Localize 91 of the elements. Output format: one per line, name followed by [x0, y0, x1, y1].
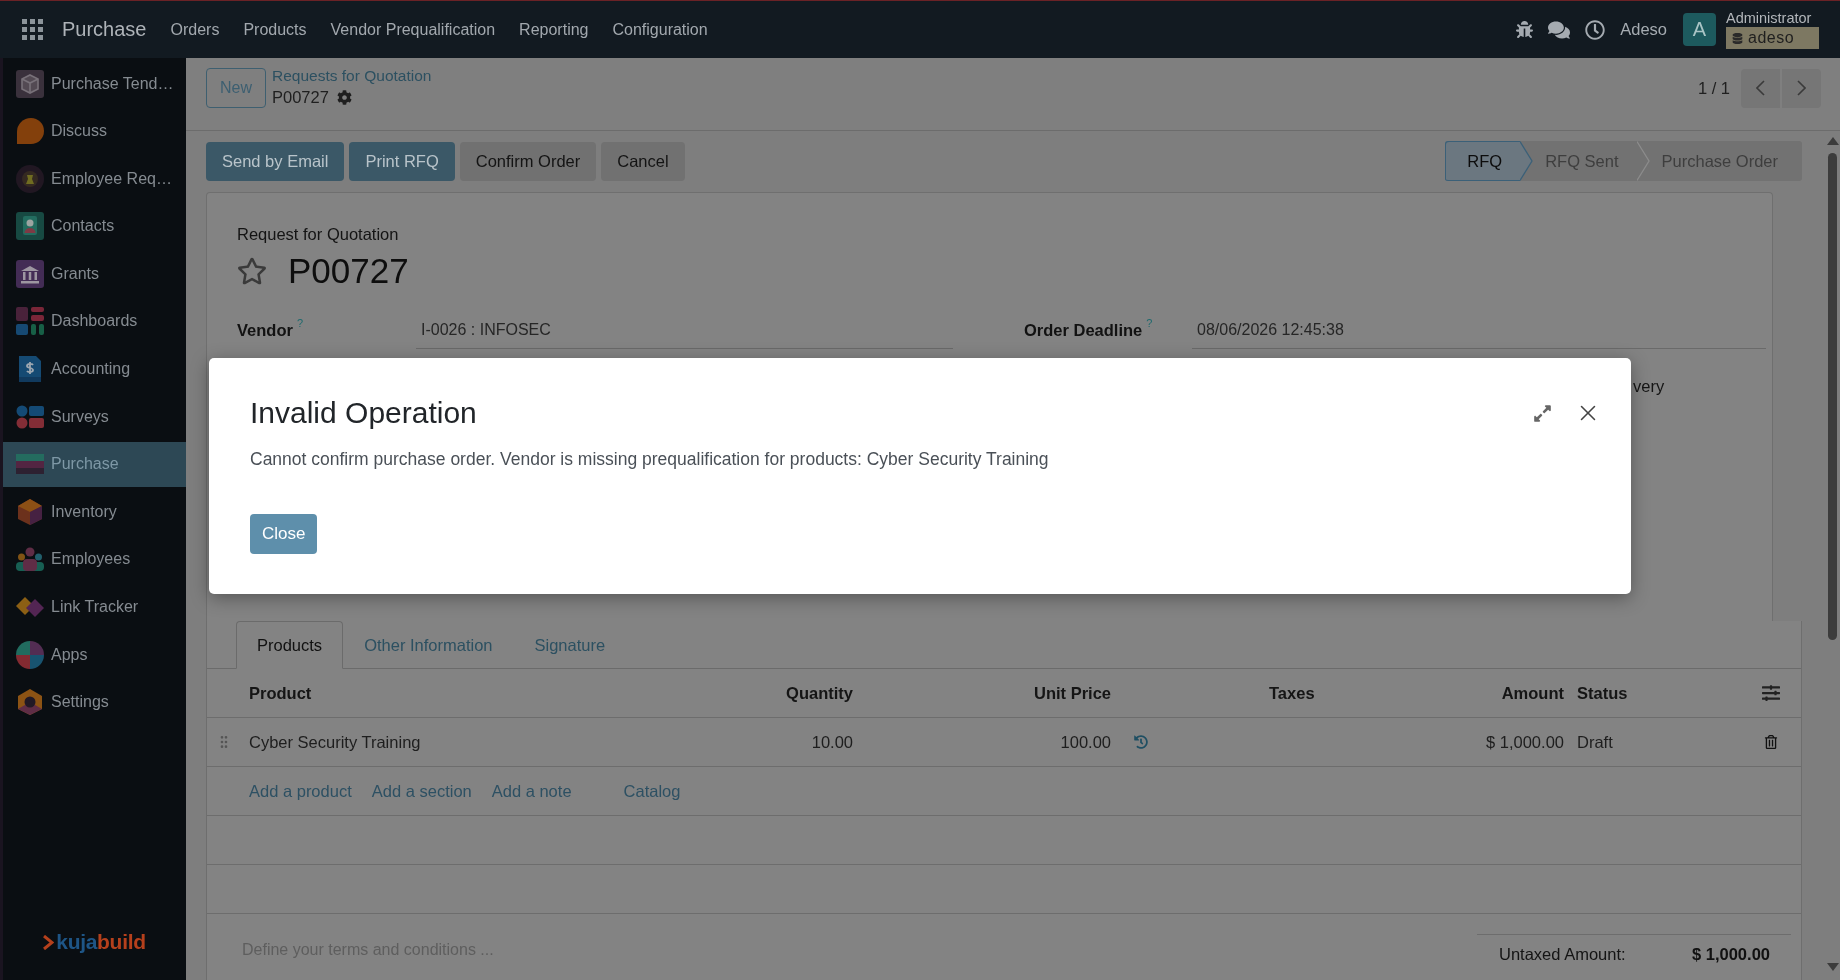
- sidebar-item[interactable]: Employee Req…: [3, 156, 186, 202]
- user-name: Administrator: [1726, 10, 1813, 27]
- column-header: Amount: [1500, 683, 1565, 703]
- column-header: Unit Price: [1032, 683, 1112, 703]
- sliders-icon[interactable]: [1761, 684, 1780, 702]
- dashboard-tiles-icon: [16, 307, 44, 336]
- sidebar-item[interactable]: Purchase Tend…: [3, 61, 186, 106]
- sidebar-item[interactable]: Accounting: [3, 346, 186, 392]
- dialog-title: Invalid Operation: [250, 395, 477, 431]
- column-header: Status: [1576, 683, 1629, 703]
- table-cell-text: 10.00: [810, 732, 854, 752]
- apps-grid-icon[interactable]: [22, 19, 43, 40]
- sidebar-item[interactable]: Apps: [3, 632, 186, 678]
- menu-item[interactable]: Reporting: [507, 20, 601, 39]
- action-button[interactable]: Cancel: [601, 141, 685, 181]
- dialog-message: Cannot confirm purchase order. Vendor is missing prequalification for products: Cyber Security Training: [250, 448, 1050, 470]
- close-button[interactable]: Close: [250, 514, 318, 554]
- tab[interactable]: Products: [236, 621, 344, 669]
- sidebar-item[interactable]: Purchase: [3, 441, 186, 487]
- brand-name: kujabuild: [56, 930, 146, 954]
- table-cell-text: 100.00: [1059, 732, 1112, 752]
- field-label: Vendor: [237, 320, 293, 340]
- hexagon-nut-icon: [16, 688, 44, 717]
- action-button[interactable]: Confirm Order: [459, 141, 597, 181]
- clock-icon[interactable]: [1585, 19, 1606, 40]
- sidebar-item[interactable]: Employees: [3, 536, 186, 582]
- input-field[interactable]: 08/06/2026 12:45:38: [1192, 311, 1766, 349]
- settings-icon[interactable]: [336, 89, 352, 105]
- column-header: Product: [248, 683, 313, 703]
- scrollbar-thumb[interactable]: [1828, 153, 1837, 640]
- sidebar-item[interactable]: Contacts: [3, 203, 186, 249]
- breadcrumb-link[interactable]: Requests for Quotation: [272, 66, 432, 86]
- expand-icon[interactable]: [1533, 403, 1552, 423]
- add-link[interactable]: Catalog: [623, 781, 681, 801]
- field-label: very: [1633, 376, 1665, 396]
- menu-item[interactable]: Products: [231, 20, 319, 39]
- company-name[interactable]: Adeso: [1620, 20, 1667, 39]
- star-icon[interactable]: [237, 256, 267, 286]
- sidebar-item[interactable]: Settings: [3, 679, 186, 725]
- form-subtitle: Request for Quotation: [237, 224, 400, 244]
- hexagon-box-icon: [16, 497, 44, 526]
- table-cell-text: Draft: [1576, 732, 1614, 752]
- chevron-right-icon: [1797, 80, 1806, 96]
- input-field[interactable]: I-0026 : INFOSEC: [416, 311, 953, 349]
- database-icon: [1732, 32, 1743, 44]
- tab[interactable]: Signature: [513, 621, 627, 669]
- total-label: Untaxed Amount:: [1499, 944, 1626, 964]
- sidebar-item[interactable]: Dashboards: [3, 298, 186, 344]
- sidebar-item[interactable]: Link Tracker: [3, 584, 186, 630]
- user-avatar[interactable]: A: [1683, 13, 1716, 46]
- chevron-left-icon: [1756, 80, 1765, 96]
- trash-icon[interactable]: [1763, 735, 1778, 749]
- add-link[interactable]: Add a note: [491, 781, 572, 801]
- cube-icon: [16, 69, 44, 98]
- people-icon: [16, 545, 44, 574]
- pager-counter: 1 / 1: [1697, 78, 1730, 98]
- record-name: P00727: [272, 87, 329, 108]
- chevron-separator-icon: [1636, 141, 1650, 181]
- menu-item[interactable]: Vendor Prequalification: [318, 20, 508, 39]
- dollar-document-icon: [16, 355, 44, 384]
- action-button[interactable]: Send by Email: [206, 141, 345, 181]
- column-header: Taxes: [1268, 683, 1316, 703]
- bank-icon: [16, 259, 44, 288]
- tab[interactable]: Other Information: [343, 621, 514, 669]
- sidebar-item[interactable]: Grants: [3, 251, 186, 297]
- status-stage[interactable]: RFQ: [1445, 141, 1534, 181]
- reset-icon[interactable]: [1134, 735, 1148, 749]
- table-cell-text: $ 1,000.00: [1485, 732, 1565, 752]
- table-cell-text: Cyber Security Training: [248, 732, 422, 752]
- add-link[interactable]: Add a section: [371, 781, 472, 801]
- database-name: adeso: [1748, 29, 1795, 47]
- total-value: $ 1,000.00: [1692, 944, 1770, 964]
- round-emblem-icon: [16, 164, 44, 193]
- scroll-down-arrow-icon[interactable]: [1826, 963, 1839, 971]
- record-title: P00727: [288, 253, 409, 289]
- sidebar-item[interactable]: Inventory: [3, 489, 186, 535]
- quadrant-circle-icon: [16, 640, 44, 669]
- column-header: Quantity: [785, 683, 854, 703]
- scroll-up-arrow-icon[interactable]: [1826, 137, 1839, 145]
- bug-icon[interactable]: [1516, 21, 1534, 38]
- chevron-icon: [43, 934, 55, 950]
- field-label: Order Deadline: [1024, 320, 1143, 340]
- sidebar-item[interactable]: Discuss: [3, 108, 186, 154]
- contact-card-icon: [16, 212, 44, 241]
- sidebar-item[interactable]: Surveys: [3, 394, 186, 440]
- menu-item[interactable]: Configuration: [600, 20, 720, 39]
- menu-item[interactable]: Orders: [158, 20, 232, 39]
- app-name[interactable]: Purchase: [62, 18, 147, 41]
- add-link[interactable]: Add a product: [249, 781, 352, 801]
- action-button[interactable]: Print RFQ: [349, 141, 455, 181]
- speech-bubble-icon: [16, 117, 44, 146]
